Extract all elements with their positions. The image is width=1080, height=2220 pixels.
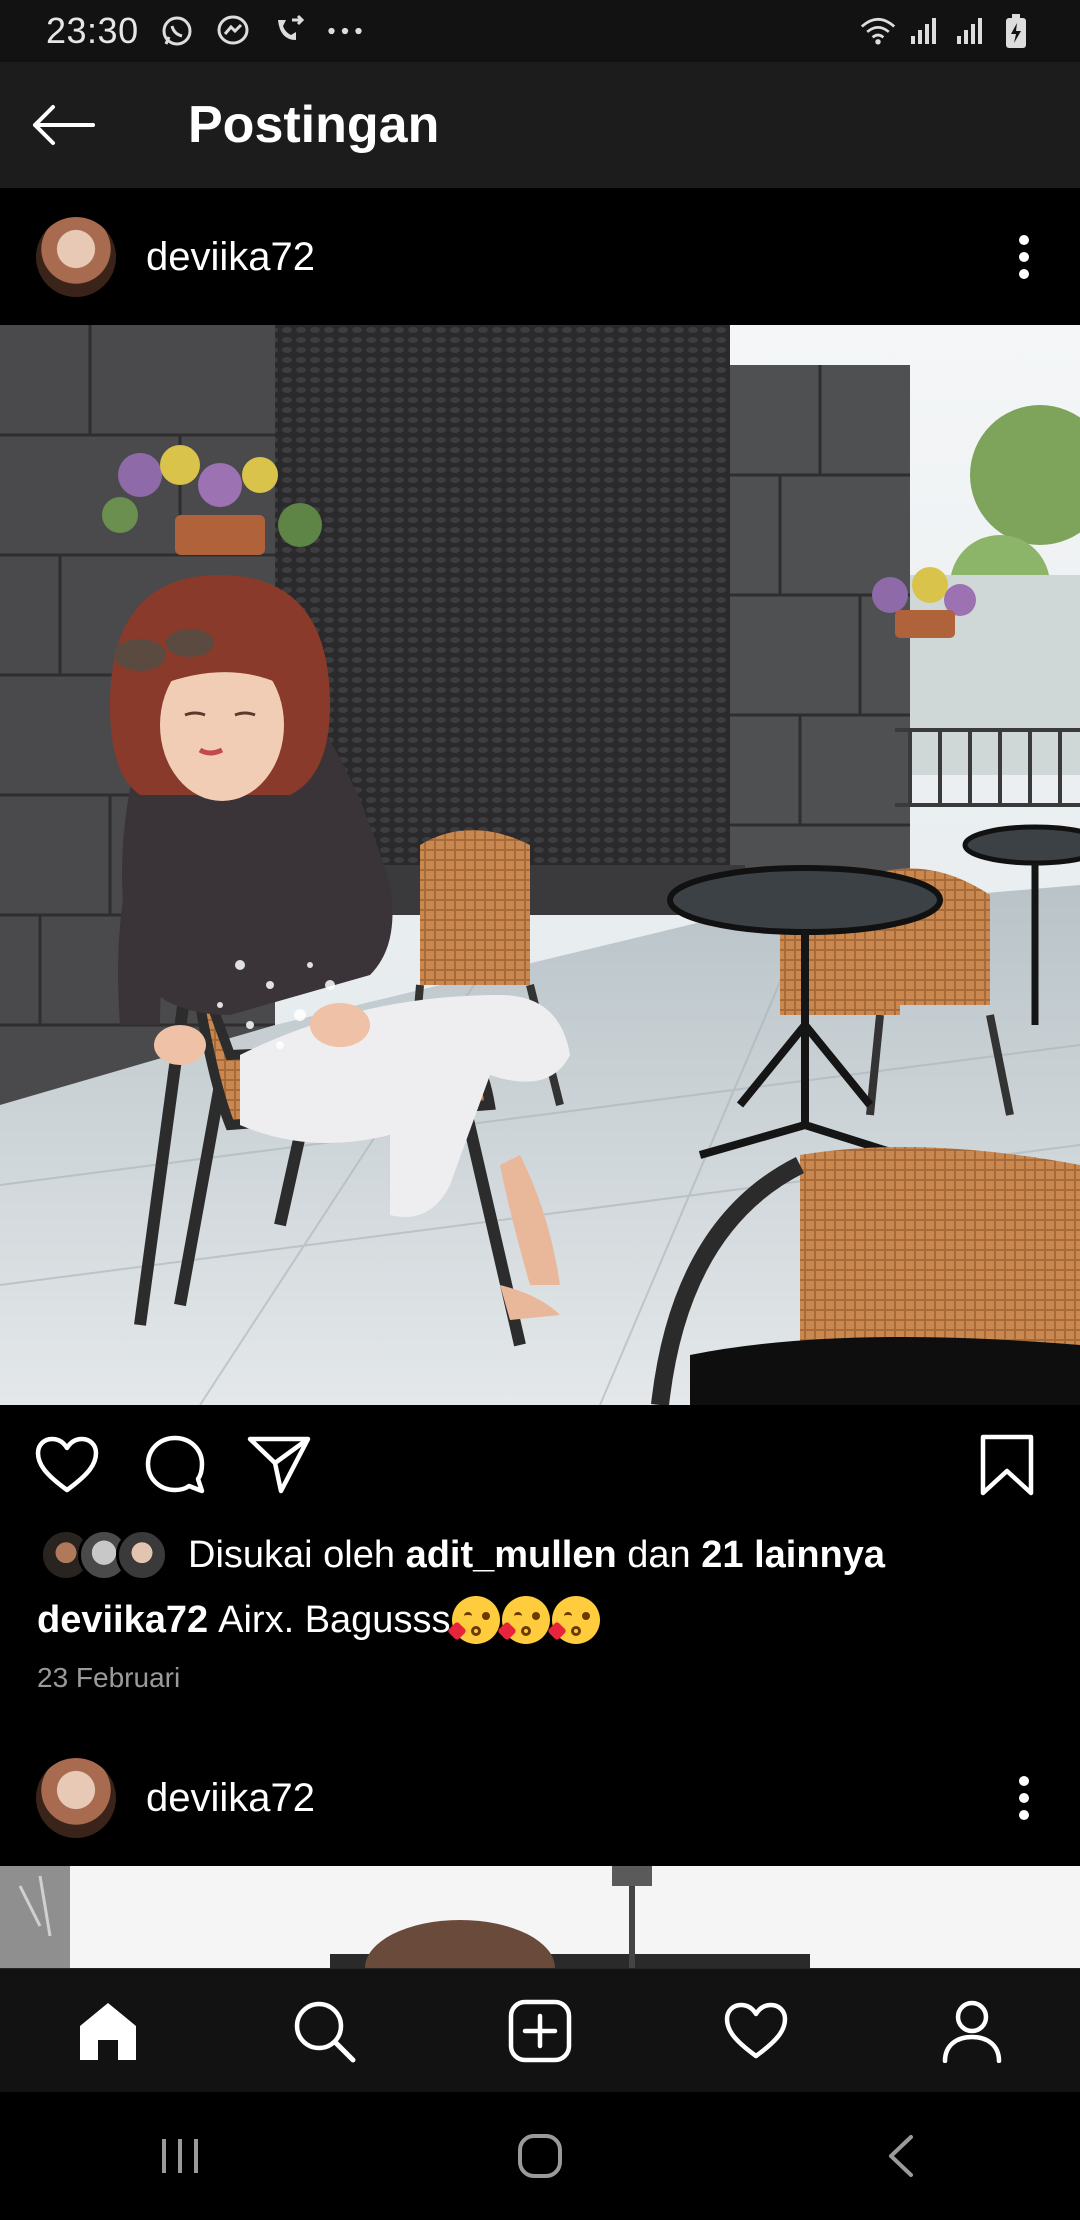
- next-post-username[interactable]: deviika72: [146, 1776, 315, 1821]
- whatsapp-icon: [159, 13, 195, 49]
- kiss-emoji-icon: [497, 1596, 551, 1644]
- likes-summary[interactable]: Disukai oleh adit_mullen dan 21 lainnya: [0, 1525, 1080, 1585]
- signal-icon: [952, 13, 988, 49]
- next-post-photo[interactable]: [0, 1866, 1080, 1968]
- status-bar: 23:30: [0, 0, 1080, 62]
- page-title: Postingan: [188, 96, 440, 154]
- likes-others-count[interactable]: 21 lainnya: [701, 1534, 885, 1576]
- add-icon[interactable]: [500, 1991, 580, 2071]
- profile-icon[interactable]: [932, 1991, 1012, 2071]
- avatar[interactable]: [36, 217, 116, 297]
- comment-bubble-icon[interactable]: [140, 1430, 210, 1500]
- next-post-header: deviika72: [0, 1730, 1080, 1866]
- post-username[interactable]: deviika72: [146, 235, 315, 280]
- back-chevron-icon[interactable]: [855, 2121, 945, 2191]
- likes-text: Disukai oleh adit_mullen dan 21 lainnya: [188, 1534, 885, 1577]
- recents-icon[interactable]: [135, 2121, 225, 2191]
- likes-joiner: dan: [627, 1533, 691, 1576]
- avatar[interactable]: [36, 1758, 116, 1838]
- home-circle-icon[interactable]: [495, 2121, 585, 2191]
- share-send-icon[interactable]: [244, 1430, 314, 1500]
- like-heart-icon[interactable]: [32, 1430, 102, 1500]
- bookmark-icon[interactable]: [972, 1430, 1042, 1500]
- more-options-icon[interactable]: [1004, 227, 1044, 287]
- system-navigation: [0, 2092, 1080, 2220]
- home-icon[interactable]: [68, 1991, 148, 2071]
- post-header: deviika72: [0, 189, 1080, 325]
- arrow-left-icon[interactable]: [30, 99, 96, 151]
- kiss-emoji-icon: [547, 1596, 601, 1644]
- battery-charging-icon: [998, 13, 1034, 49]
- wifi-icon: [860, 13, 896, 49]
- post-caption: deviika72 Airx. Bagusss: [37, 1592, 601, 1648]
- liker-username[interactable]: adit_mullen: [406, 1534, 617, 1576]
- more-dots-icon: [327, 13, 363, 49]
- post-date: 23 Februari: [37, 1662, 181, 1693]
- activity-heart-icon[interactable]: [716, 1991, 796, 2071]
- app-bar: Postingan: [0, 62, 1080, 188]
- call-forward-icon: [271, 13, 307, 49]
- post-actions: [0, 1405, 1080, 1525]
- more-options-icon[interactable]: [1004, 1768, 1044, 1828]
- messenger-icon: [215, 13, 251, 49]
- caption-text: Airx. Bagusss: [218, 1598, 451, 1641]
- likes-prefix: Disukai oleh: [188, 1533, 395, 1576]
- liker-avatars: [40, 1529, 168, 1581]
- avatar: [116, 1529, 168, 1581]
- caption-username[interactable]: deviika72: [37, 1599, 208, 1642]
- bottom-navigation: [0, 1968, 1080, 2092]
- search-icon[interactable]: [284, 1991, 364, 2071]
- kiss-emoji-icon: [447, 1596, 501, 1644]
- signal-icon: [906, 13, 942, 49]
- caption-emojis: [447, 1596, 601, 1644]
- clock: 23:30: [46, 10, 139, 51]
- post-photo[interactable]: [0, 325, 1080, 1405]
